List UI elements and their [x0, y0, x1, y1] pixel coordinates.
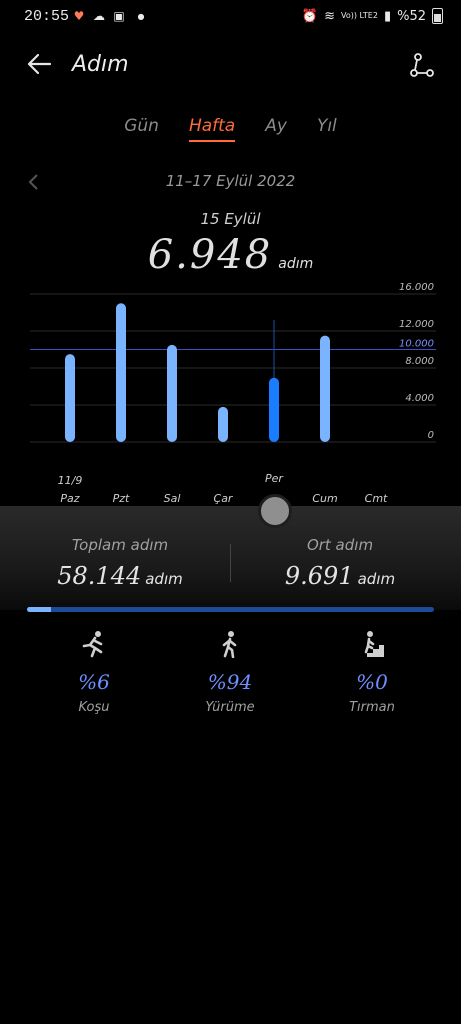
x-category-label: Cmt: [365, 492, 388, 505]
weekly-steps-chart[interactable]: 0 4.000 8.000 12.000 16.000 10.000 Paz Pzt Sal Ça…: [0, 280, 461, 510]
average-steps: Ort adım 9.691 adım: [240, 536, 440, 590]
selected-date: 15 Eylül: [200, 210, 261, 228]
period-tabs: Gün Hafta Ay Yıl: [0, 116, 461, 142]
share-button[interactable]: [409, 52, 435, 78]
running-share-fill: [27, 607, 52, 612]
tab-day[interactable]: Gün: [124, 116, 159, 142]
network-label: Vo)) LTE2: [341, 11, 378, 20]
y-tick-label: 4.000: [405, 393, 434, 404]
chart-scrub-handle[interactable]: [258, 494, 292, 528]
total-steps-value-row: 58.144 adım: [20, 562, 220, 590]
back-button[interactable]: [24, 48, 56, 80]
running-percent: %6: [78, 670, 110, 694]
bar: [167, 344, 177, 442]
average-steps-value: 9.691: [284, 562, 354, 590]
y-tick-label: 8.000: [405, 356, 434, 367]
x-category-label: Sal: [164, 492, 181, 505]
running-label: Koşu: [78, 700, 110, 715]
x-category-label: Pzt: [113, 492, 130, 505]
running-icon: [34, 630, 154, 660]
summary-divider: [230, 544, 231, 582]
climbing-label: Tırman: [349, 700, 395, 715]
x-category-label: Çar: [214, 492, 234, 505]
battery-text: %52: [397, 8, 426, 24]
stairs-climbing-icon: [312, 630, 432, 660]
status-right: ⏰ ≋ Vo)) LTE2 ▮ %52: [302, 8, 443, 24]
total-steps-value: 58.144: [57, 562, 142, 590]
dot-icon: ●: [137, 11, 145, 21]
y-tick-label: 12.000: [399, 319, 434, 330]
x-category-label: Cum: [312, 492, 337, 505]
total-steps: Toplam adım 58.144 adım: [20, 536, 220, 590]
total-steps-label: Toplam adım: [71, 536, 169, 554]
activity-climbing: %0 Tırman: [312, 630, 432, 715]
y-tick-label: 16.000: [399, 282, 434, 293]
average-steps-label: Ort adım: [306, 536, 374, 554]
walking-icon: [170, 630, 290, 660]
average-steps-unit: adım: [357, 570, 396, 588]
climbing-percent: %0: [356, 670, 388, 694]
activity-running: %6 Koşu: [34, 630, 154, 715]
bar: [65, 354, 75, 442]
bar: [269, 377, 279, 442]
goal-label: 10.000: [399, 339, 434, 350]
bag-icon: ▣: [113, 9, 125, 23]
status-time: 20:55: [24, 8, 70, 25]
tab-year[interactable]: Yıl: [317, 116, 337, 142]
heart-icon: ♥: [73, 9, 85, 23]
bar: [218, 406, 228, 442]
x-category-label: Per: [265, 472, 284, 485]
date-range: 11–17 Eylül 2022: [165, 172, 296, 190]
activity-split-bar: [27, 607, 434, 612]
status-bar: 20:55 ♥ ☁ ▣ ● ⏰ ≋ Vo)) LTE2 ▮ %52: [0, 0, 461, 34]
cloud-icon: ☁: [93, 9, 105, 23]
signal-icon: ▮: [383, 8, 392, 24]
x-first-date-label: 11/9: [58, 474, 83, 487]
walking-percent: %94: [207, 670, 253, 694]
walking-label: Yürüme: [205, 700, 255, 715]
tab-week[interactable]: Hafta: [188, 116, 236, 142]
page-title: Adım: [72, 52, 129, 77]
selected-steps: 6.948 adım: [0, 232, 461, 278]
selected-steps-unit: adım: [278, 256, 314, 272]
arrow-left-icon: [27, 53, 52, 75]
battery-icon: [432, 8, 443, 24]
bar: [320, 335, 330, 442]
alarm-icon: ⏰: [301, 8, 319, 24]
tab-month[interactable]: Ay: [265, 116, 287, 142]
wifi-icon: ≋: [324, 8, 336, 24]
x-category-label: Paz: [60, 492, 79, 505]
bar: [116, 303, 126, 442]
selected-steps-value: 6.948: [147, 232, 273, 278]
total-steps-unit: adım: [145, 570, 183, 588]
share-icon: [410, 53, 434, 77]
y-tick-label: 0: [428, 430, 434, 441]
activity-walking: %94 Yürüme: [170, 630, 290, 715]
average-steps-value-row: 9.691 adım: [240, 562, 440, 590]
